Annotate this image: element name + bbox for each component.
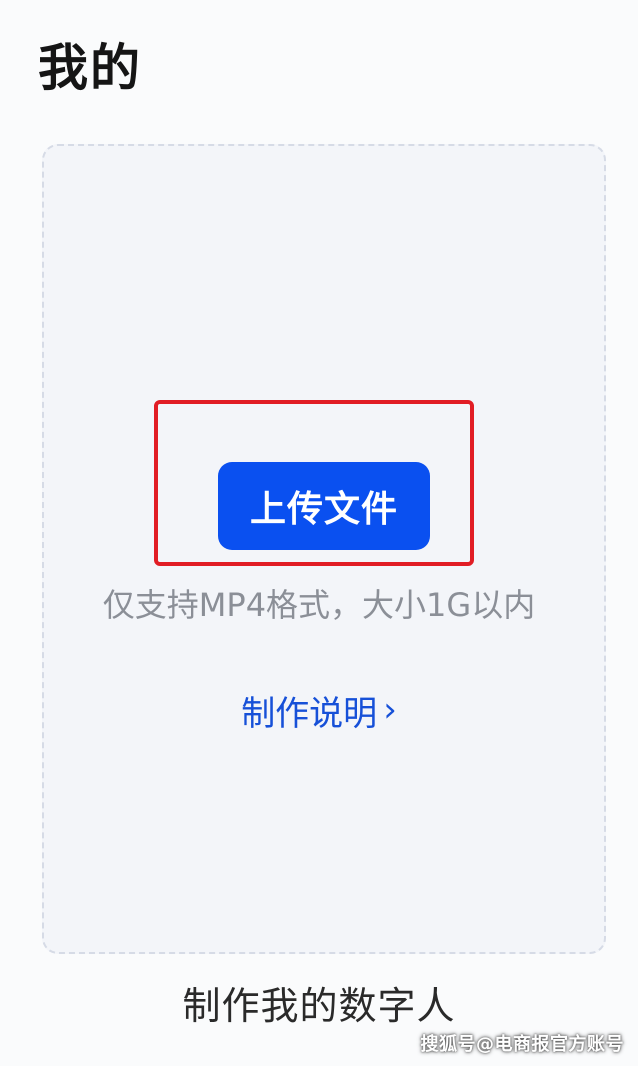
upload-file-button[interactable]: 上传文件 [218,462,430,550]
card-caption: 制作我的数字人 [182,984,456,1028]
instructions-link-label: 制作说明 [241,694,378,734]
watermark: 搜狐号@电商报官方账号 [420,1034,624,1056]
upload-format-hint: 仅支持MP4格式，大小1G以内 [102,586,536,624]
page-title: 我的 [38,39,142,97]
chevron-right-icon: › [383,689,397,730]
instructions-link[interactable]: 制作说明 › [0,686,638,735]
